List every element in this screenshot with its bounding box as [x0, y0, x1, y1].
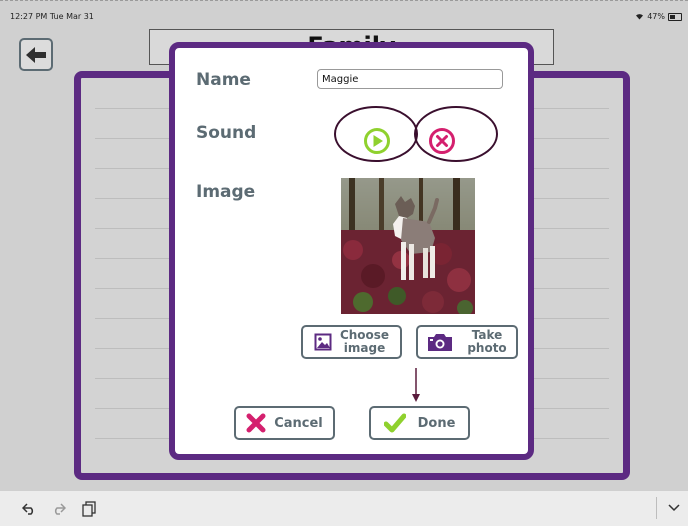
- annotation-overlay: [334, 106, 498, 402]
- annotation-arrow-head: [412, 394, 420, 402]
- redo-icon[interactable]: [52, 503, 66, 515]
- undo-icon[interactable]: [22, 503, 36, 515]
- annotation-circle-delete: [414, 106, 498, 162]
- annotation-circle-play: [334, 106, 418, 162]
- clipboard-icon[interactable]: [82, 501, 96, 517]
- bottom-toolbar: [0, 490, 688, 526]
- chevron-down-icon[interactable]: [668, 504, 680, 512]
- toolbar-divider: [656, 497, 657, 519]
